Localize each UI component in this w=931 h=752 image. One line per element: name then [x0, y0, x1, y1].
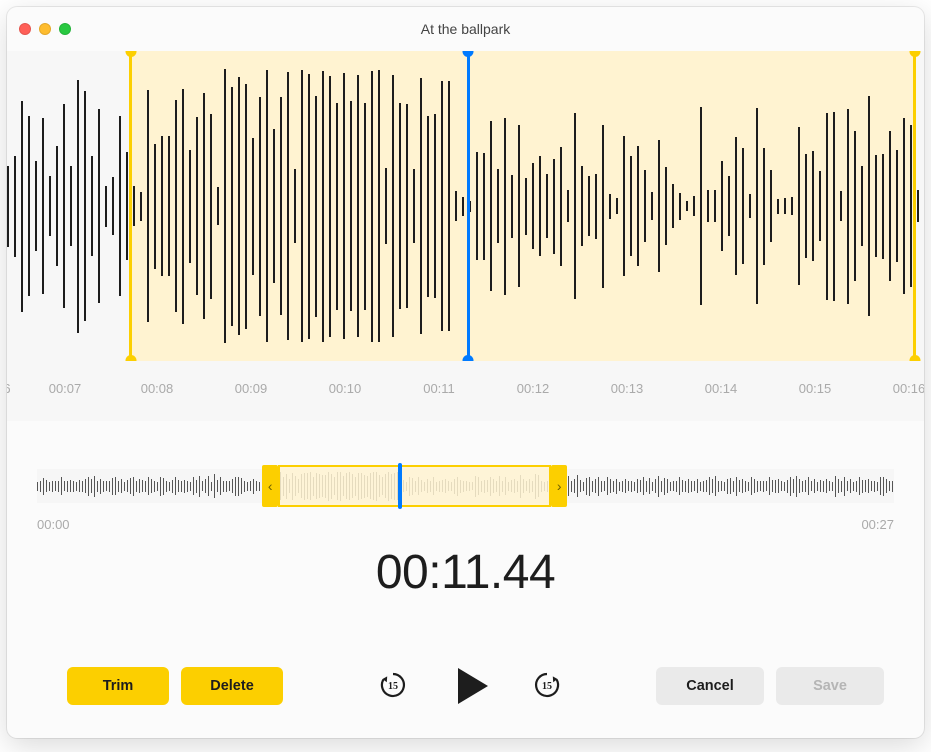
cancel-button[interactable]: Cancel: [656, 667, 764, 705]
overview-start-time: 00:00: [37, 517, 70, 532]
close-window-button[interactable]: [19, 23, 31, 35]
play-button[interactable]: [448, 664, 492, 708]
trim-handle-left[interactable]: [129, 51, 132, 361]
skip-back-15-button[interactable]: 15: [374, 666, 412, 707]
ruler-tick: 6: [7, 381, 11, 396]
svg-text:15: 15: [388, 681, 398, 692]
overview-waveform-bars: [37, 469, 894, 503]
waveform-bars: [7, 51, 924, 361]
skip-back-icon: 15: [378, 670, 408, 700]
ruler-tick: 00:16: [893, 381, 924, 396]
trim-button[interactable]: Trim: [67, 667, 169, 705]
zoom-window-button[interactable]: [59, 23, 71, 35]
overview-track[interactable]: ‹ ›: [37, 461, 894, 511]
detail-waveform[interactable]: [7, 51, 924, 361]
transport-controls: 15 15: [295, 664, 644, 708]
ruler-tick: 00:13: [611, 381, 644, 396]
time-ruler: 6 00:07 00:08 00:09 00:10 00:11 00:12 00:13 00:1…: [7, 381, 924, 421]
voice-memos-edit-window: At the ballpark 6 00:07 00:08 00:09 00:10 00:…: [7, 7, 924, 738]
controls-bar: Trim Delete 15 15 Cancel Sa: [7, 634, 924, 738]
trim-handle-right[interactable]: [913, 51, 916, 361]
titlebar: At the ballpark: [7, 7, 924, 51]
overview-end-time: 00:27: [861, 517, 894, 532]
ruler-tick: 00:10: [329, 381, 362, 396]
ruler-tick: 00:12: [517, 381, 550, 396]
overview-time-labels: 00:00 00:27: [37, 517, 894, 532]
ruler-tick: 00:09: [235, 381, 268, 396]
overview-area: ‹ › 00:00 00:27: [37, 461, 894, 521]
playhead[interactable]: [467, 51, 470, 361]
ruler-tick: 00:07: [49, 381, 82, 396]
traffic-lights: [19, 23, 71, 35]
overview-trim-handle-right[interactable]: ›: [551, 465, 567, 507]
skip-forward-15-button[interactable]: 15: [528, 666, 566, 707]
ruler-tick: 00:11: [423, 381, 455, 396]
ruler-tick: 00:15: [799, 381, 832, 396]
play-icon: [458, 668, 488, 704]
minimize-window-button[interactable]: [39, 23, 51, 35]
save-button[interactable]: Save: [776, 667, 884, 705]
delete-button[interactable]: Delete: [181, 667, 283, 705]
svg-text:15: 15: [542, 681, 552, 692]
overview-trim-handle-left[interactable]: ‹: [262, 465, 278, 507]
ruler-tick: 00:14: [705, 381, 738, 396]
current-timecode: 00:11.44: [7, 545, 924, 600]
skip-forward-icon: 15: [532, 670, 562, 700]
overview-playhead[interactable]: [398, 463, 402, 509]
detail-waveform-area: 6 00:07 00:08 00:09 00:10 00:11 00:12 00:13 00:1…: [7, 51, 924, 421]
window-title: At the ballpark: [7, 21, 924, 37]
ruler-tick: 00:08: [141, 381, 174, 396]
